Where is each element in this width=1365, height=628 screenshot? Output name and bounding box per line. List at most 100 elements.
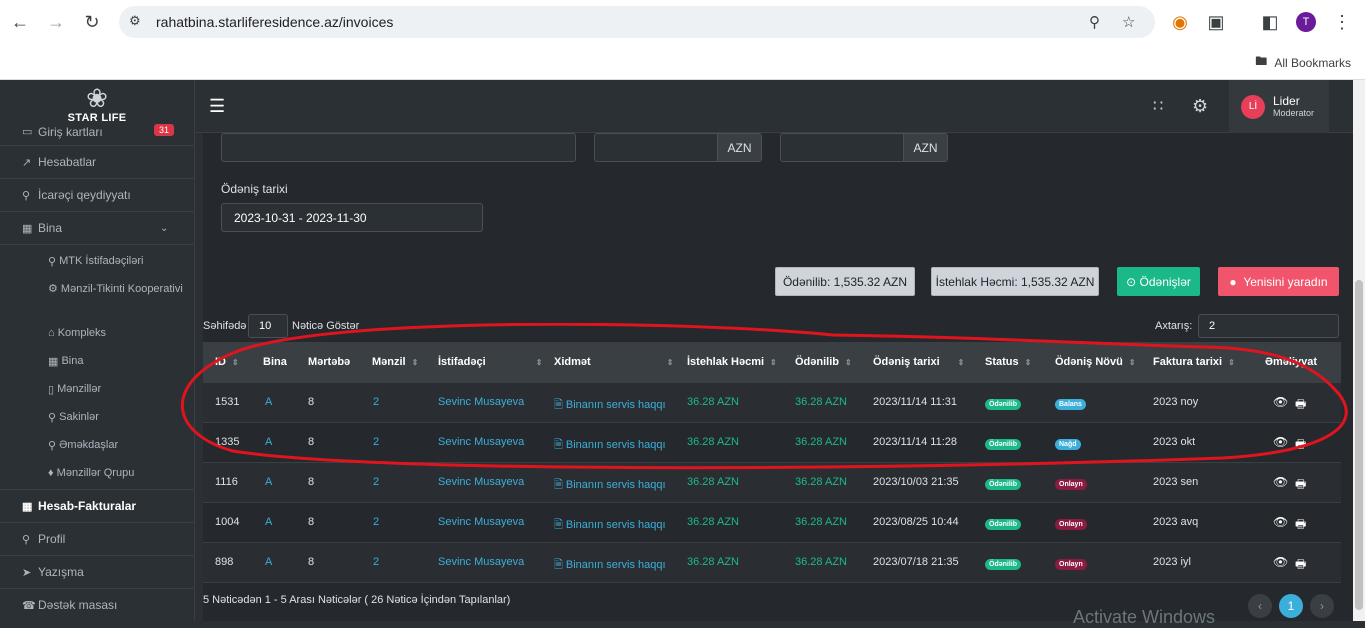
- filter-input[interactable]: [221, 133, 576, 162]
- cell-type: Onlayn: [1055, 517, 1087, 530]
- amount-max-field[interactable]: AZN: [780, 133, 948, 162]
- apps-grid-icon[interactable]: ∷: [1153, 96, 1163, 116]
- amount-min-field[interactable]: AZN: [594, 133, 762, 162]
- cell-service[interactable]: 🗎 Binanın servis haqqı: [554, 476, 666, 495]
- cell-bina[interactable]: A: [265, 396, 272, 408]
- scrollbar-thumb[interactable]: [1355, 280, 1363, 610]
- sidebar-subitem-apartment-groups[interactable]: ♦ Mənzillər Qrupu: [0, 459, 194, 487]
- sidebar-item-entry-cards[interactable]: ▭ Giriş kartları 31: [0, 118, 194, 146]
- page-size-select[interactable]: 10: [248, 314, 288, 338]
- sidebar-item-correspondence[interactable]: ➤ Yazışma: [0, 556, 194, 589]
- sidebar-subitem-residents[interactable]: ⚲ Sakinlər: [0, 403, 194, 431]
- back-arrow-icon[interactable]: ←: [10, 12, 30, 32]
- sidebar-item-tenant-registration[interactable]: ⚲ İcarəçi qeydiyyatı: [0, 179, 194, 212]
- cell-user[interactable]: Sevinc Musayeva: [438, 516, 524, 528]
- address-bar[interactable]: ⚙ rahatbina.starliferesidence.az/invoice…: [119, 6, 1155, 38]
- date-range-input[interactable]: 2023-10-31 - 2023-11-30: [221, 203, 483, 232]
- col-header-id[interactable]: ID ⇕: [215, 356, 239, 368]
- sidebar-subitem-building[interactable]: ▦ Bina: [0, 347, 194, 375]
- extension-icon[interactable]: ◉: [1170, 12, 1190, 32]
- extensions-puzzle-icon[interactable]: ▣: [1206, 12, 1226, 32]
- cell-text: 36.28 AZN: [687, 436, 739, 448]
- col-header-paid[interactable]: Ödənilib ⇕: [795, 356, 852, 368]
- col-header-invoice-date[interactable]: Faktura tarixi ⇕: [1153, 356, 1235, 368]
- cell-service[interactable]: 🗎 Binanın servis haqqı: [554, 436, 666, 455]
- col-header-payment-type[interactable]: Ödəniş Növü ⇕: [1055, 356, 1136, 368]
- pagination-next[interactable]: ›: [1310, 594, 1334, 618]
- sidebar-item-invoices[interactable]: ▦ Hesab-Fakturalar: [0, 490, 194, 523]
- cell-bina[interactable]: A: [265, 516, 272, 528]
- avatar: Lİ: [1241, 94, 1265, 119]
- cell-apt[interactable]: 2: [373, 436, 379, 448]
- forward-arrow-icon[interactable]: →: [46, 12, 66, 32]
- hamburger-menu-icon[interactable]: ☰: [209, 96, 225, 117]
- sidebar-subitem-employees[interactable]: ⚲ Əməkdaşlar: [0, 431, 194, 459]
- table-body: 1531 A 8 2 Sevinc Musayeva 🗎 Binanın servis h…: [203, 383, 1341, 583]
- menu-kebab-icon[interactable]: ⋮: [1332, 12, 1352, 32]
- sidebar-item-reports[interactable]: ↗ Hesabatlar: [0, 146, 194, 179]
- cell-text: A: [265, 396, 273, 408]
- cell-usage: 36.28 AZN: [687, 476, 739, 488]
- col-header-payment-date[interactable]: Ödəniş tarixi ⇕: [873, 356, 964, 368]
- sidebar-subitem-mtk-users[interactable]: ⚲ MTK İstifadəçiləri: [0, 247, 194, 275]
- cell-apt[interactable]: 2: [373, 396, 379, 408]
- cell-apt[interactable]: 2: [373, 556, 379, 568]
- cell-apt[interactable]: 2: [373, 516, 379, 528]
- view-eye-icon[interactable]: 👁: [1273, 395, 1288, 409]
- cell-user[interactable]: Sevinc Musayeva: [438, 436, 524, 448]
- cell-floor: 8: [308, 556, 314, 568]
- sidebar-subitem-apartments[interactable]: ▯ Mənzillər: [0, 375, 194, 403]
- reload-icon[interactable]: ↻: [82, 12, 102, 32]
- cell-user[interactable]: Sevinc Musayeva: [438, 556, 524, 568]
- col-header-floor[interactable]: Mərtəbə: [308, 356, 350, 368]
- col-header-user[interactable]: İstifadəçi ⇕: [438, 356, 542, 368]
- cell-text: Binanın servis haqqı: [565, 439, 666, 451]
- col-header-usage[interactable]: İstehlak Həcmi ⇕: [687, 356, 777, 368]
- view-eye-icon[interactable]: 👁: [1273, 475, 1288, 489]
- print-icon[interactable]: 🖶: [1295, 475, 1306, 496]
- cell-user[interactable]: Sevinc Musayeva: [438, 396, 524, 408]
- page-scrollbar[interactable]: [1353, 80, 1365, 621]
- cell-user[interactable]: Sevinc Musayeva: [438, 476, 524, 488]
- zoom-icon[interactable]: ⚲: [1089, 13, 1100, 31]
- bookmark-star-icon[interactable]: ☆: [1122, 13, 1135, 31]
- sort-icon: ⇕: [666, 358, 674, 367]
- cell-apt[interactable]: 2: [373, 476, 379, 488]
- sidebar-subitem-cooperative[interactable]: ⚙ Mənzil-Tikinti Kooperativi: [0, 275, 194, 319]
- all-bookmarks[interactable]: 🖿 All Bookmarks: [1255, 52, 1351, 73]
- print-icon[interactable]: 🖶: [1295, 515, 1306, 536]
- pagination-page[interactable]: 1: [1279, 594, 1303, 618]
- col-header-apartment[interactable]: Mənzil ⇕: [372, 356, 418, 368]
- create-new-button[interactable]: ● Yenisini yaradın: [1218, 267, 1339, 296]
- user-menu[interactable]: Lİ Lider Moderator: [1229, 80, 1329, 133]
- cell-bina[interactable]: A: [265, 436, 272, 448]
- sidebar-item-helpdesk[interactable]: ☎ Dəstək masası: [0, 589, 194, 621]
- pagination-prev[interactable]: ‹: [1248, 594, 1272, 618]
- profile-avatar[interactable]: T: [1296, 12, 1316, 32]
- col-header-building[interactable]: Bina: [263, 356, 287, 368]
- site-settings-icon[interactable]: ⚙: [129, 13, 141, 29]
- usage-total-button[interactable]: İstehlak Həcmi: 1,535.32 AZN: [931, 267, 1099, 296]
- view-eye-icon[interactable]: 👁: [1273, 435, 1288, 449]
- side-panel-icon[interactable]: ◧: [1260, 12, 1280, 32]
- view-eye-icon[interactable]: 👁: [1273, 555, 1288, 569]
- payments-button[interactable]: ⊙ Ödənişlər: [1117, 267, 1200, 296]
- search-input[interactable]: 2: [1198, 314, 1339, 338]
- sidebar-item-building[interactable]: ▦ Bina ⌄: [0, 212, 194, 245]
- cell-invoice: 2023 sen: [1153, 476, 1198, 488]
- sidebar-item-profile[interactable]: ⚲ Profil: [0, 523, 194, 556]
- cell-service[interactable]: 🗎 Binanın servis haqqı: [554, 556, 666, 575]
- print-icon[interactable]: 🖶: [1295, 555, 1306, 576]
- sidebar-subitem-complex[interactable]: ⌂ Kompleks: [0, 319, 194, 347]
- settings-gear-icon[interactable]: ⚙: [1192, 96, 1208, 117]
- cell-service[interactable]: 🗎 Binanın servis haqqı: [554, 516, 666, 535]
- col-header-service[interactable]: Xidmət ⇕: [554, 356, 673, 368]
- print-icon[interactable]: 🖶: [1295, 435, 1306, 456]
- cell-bina[interactable]: A: [265, 476, 272, 488]
- print-icon[interactable]: 🖶: [1295, 395, 1306, 416]
- cell-service[interactable]: 🗎 Binanın servis haqqı: [554, 396, 666, 415]
- col-header-status[interactable]: Status ⇕: [985, 356, 1031, 368]
- paid-total-button[interactable]: Ödənilib: 1,535.32 AZN: [775, 267, 915, 296]
- cell-bina[interactable]: A: [265, 556, 272, 568]
- view-eye-icon[interactable]: 👁: [1273, 515, 1288, 529]
